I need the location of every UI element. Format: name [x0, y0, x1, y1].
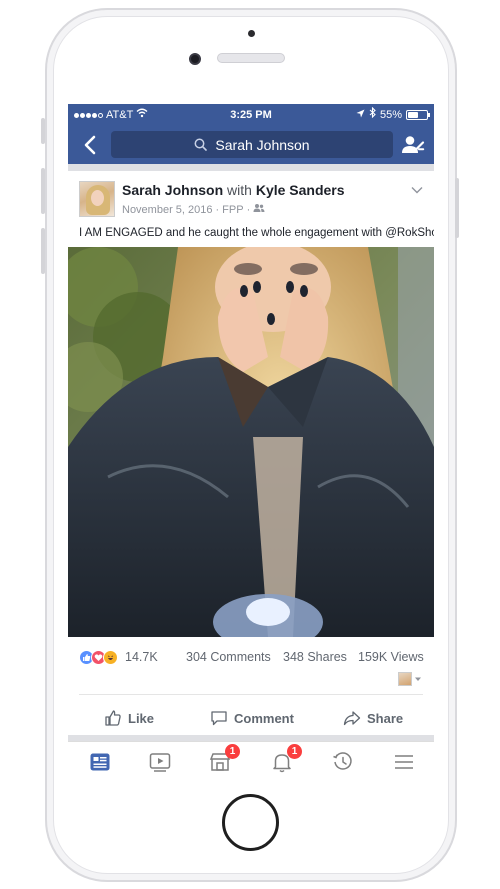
notifications-badge: 1 — [287, 744, 302, 759]
back-button[interactable] — [78, 132, 104, 158]
home-button[interactable] — [222, 794, 279, 851]
video-icon — [149, 753, 171, 772]
reaction-summary[interactable] — [79, 650, 118, 665]
viewer-avatar — [398, 672, 412, 686]
reaction-audience-selector[interactable] — [398, 672, 422, 686]
front-sensor — [248, 30, 255, 37]
status-bar: AT&T 3:25 PM 55% — [68, 104, 434, 126]
volume-up-button — [41, 168, 45, 214]
share-label: Share — [367, 710, 404, 726]
caret-down-icon — [415, 677, 421, 681]
post-meta: November 5, 2016 · FPP · — [122, 203, 265, 216]
like-button[interactable]: Like — [104, 702, 154, 734]
tab-marketplace[interactable]: 1 — [206, 744, 240, 776]
marketplace-badge: 1 — [225, 744, 240, 759]
reaction-count[interactable]: 14.7K — [125, 650, 158, 664]
news-feed-icon — [90, 753, 110, 771]
post-actions: Like Comment Share — [68, 702, 434, 734]
with-label: with — [227, 182, 252, 198]
separator-dot: · — [246, 203, 251, 216]
mute-switch — [41, 118, 45, 144]
friend-request-button[interactable] — [400, 132, 426, 158]
location-arrow-icon — [356, 104, 365, 126]
tab-bar: 1 1 — [68, 741, 434, 782]
bluetooth-icon — [369, 104, 376, 126]
comment-button[interactable]: Comment — [210, 702, 294, 734]
tab-notifications[interactable]: 1 — [268, 744, 302, 776]
tab-news-feed[interactable] — [86, 748, 114, 776]
shares-count-link[interactable]: 348 Shares — [283, 650, 347, 664]
actions-separator — [79, 694, 423, 695]
battery-level — [408, 112, 418, 118]
haha-reaction-icon — [103, 650, 118, 665]
battery-percent: 55% — [379, 109, 402, 121]
navigation-bar: Sarah Johnson — [68, 126, 434, 164]
comments-count-link[interactable]: 304 Comments — [186, 650, 271, 664]
earpiece-speaker — [217, 53, 285, 63]
tab-memories[interactable] — [329, 748, 357, 776]
comment-bubble-icon — [211, 711, 227, 726]
engagement-photo — [68, 247, 434, 637]
hamburger-menu-icon — [395, 755, 413, 769]
post-header: Sarah Johnson with Kyle Sanders November… — [68, 171, 434, 227]
friend-request-icon — [402, 136, 425, 153]
chevron-down-icon — [411, 187, 423, 194]
search-query: Sarah Johnson — [215, 136, 310, 153]
author-name-link[interactable]: Sarah Johnson — [122, 182, 223, 198]
comment-label: Comment — [234, 710, 294, 726]
post-author-line: Sarah Johnson with Kyle Sanders — [122, 182, 345, 198]
clock-history-icon — [333, 752, 352, 770]
post-audience: FPP — [222, 203, 244, 216]
tab-video[interactable] — [146, 748, 174, 776]
post-text: I AM ENGAGED and he caught the whole eng… — [79, 227, 434, 239]
views-count: 159K Views — [358, 650, 424, 664]
like-label: Like — [128, 710, 155, 726]
power-button — [455, 178, 459, 238]
search-icon — [194, 138, 208, 151]
tagged-friend-link[interactable]: Kyle Sanders — [256, 182, 345, 198]
feed-divider — [68, 164, 434, 171]
status-right: 55% — [356, 104, 430, 126]
friends-audience-icon — [253, 203, 265, 216]
front-camera — [189, 53, 201, 65]
back-chevron-icon — [84, 135, 96, 155]
post-date[interactable]: November 5, 2016 — [122, 204, 213, 216]
tab-menu[interactable] — [390, 748, 418, 776]
share-arrow-icon — [343, 711, 361, 726]
thumbs-up-icon — [105, 710, 121, 726]
post-stats: 14.7K 304 Comments 348 Shares 159K Views — [68, 647, 434, 669]
volume-down-button — [41, 228, 45, 274]
share-button[interactable]: Share — [343, 702, 403, 734]
meta-separator-dot: · — [215, 203, 220, 216]
post-photo[interactable] — [68, 247, 434, 637]
app-screen: AT&T 3:25 PM 55% Sarah Johnson Sarah Joh… — [68, 104, 434, 782]
post-options-button[interactable] — [410, 183, 424, 197]
battery-icon — [406, 110, 430, 120]
author-avatar[interactable] — [79, 181, 115, 217]
search-field[interactable]: Sarah Johnson — [111, 131, 393, 158]
